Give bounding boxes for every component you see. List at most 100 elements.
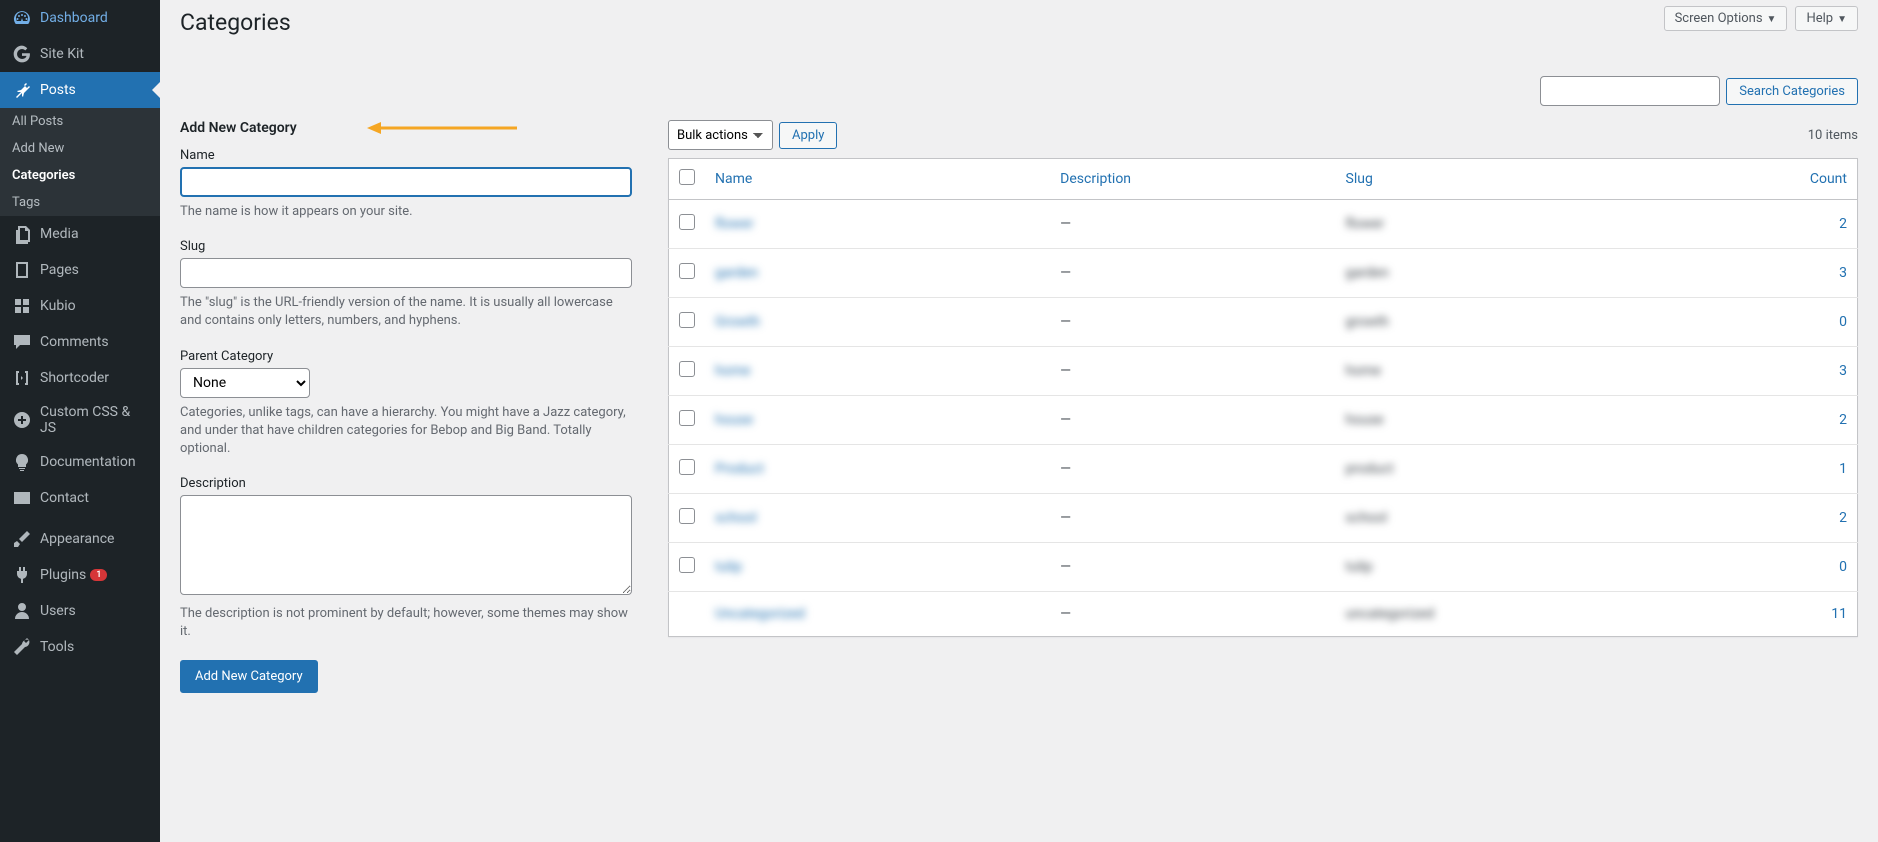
category-name-link[interactable]: garden — [715, 265, 758, 281]
category-count-link[interactable]: 11 — [1831, 606, 1847, 622]
category-name-link[interactable]: tulip — [715, 559, 742, 575]
category-name-link[interactable]: house — [715, 412, 753, 428]
sidebar-item-tools[interactable]: Tools — [0, 629, 160, 665]
category-count-link[interactable]: 0 — [1839, 559, 1847, 575]
category-name-input[interactable] — [180, 167, 632, 197]
category-count-link[interactable]: 3 — [1839, 265, 1847, 281]
pin-icon — [12, 80, 32, 100]
category-slug-input[interactable] — [180, 258, 632, 288]
sidebar-item-label: Dashboard — [40, 10, 108, 26]
sidebar-item-label: Posts — [40, 82, 76, 98]
bulk-actions-select[interactable]: Bulk actions — [668, 120, 773, 150]
apply-bulk-action-button[interactable]: Apply — [779, 122, 837, 149]
column-slug-header[interactable]: Slug — [1346, 171, 1373, 187]
category-count-link[interactable]: 2 — [1839, 216, 1847, 232]
sidebar-item-sitekit[interactable]: Site Kit — [0, 36, 160, 72]
row-checkbox[interactable] — [679, 557, 695, 573]
category-count-link[interactable]: 0 — [1839, 314, 1847, 330]
sidebar-item-label: Custom CSS & JS — [40, 404, 148, 436]
page-title: Categories — [180, 0, 1858, 40]
items-count: 10 items — [1808, 128, 1858, 143]
sidebar-item-label: Pages — [40, 262, 79, 278]
form-heading: Add New Category — [180, 120, 632, 136]
category-name-link[interactable]: Growth — [715, 314, 760, 330]
sidebar-item-dashboard[interactable]: Dashboard — [0, 0, 160, 36]
sidebar-item-posts[interactable]: Posts — [0, 72, 160, 108]
select-all-checkbox[interactable] — [679, 169, 695, 185]
sidebar-item-documentation[interactable]: Documentation — [0, 444, 160, 480]
sidebar-item-label: Media — [40, 226, 79, 242]
table-row: Uncategorized—uncategorized11 — [669, 592, 1858, 637]
sidebar-item-label: Plugins — [40, 567, 86, 583]
search-row: Search Categories — [180, 76, 1858, 106]
sidebar-item-customcssjs[interactable]: Custom CSS & JS — [0, 396, 160, 444]
sidebar-item-comments[interactable]: Comments — [0, 324, 160, 360]
sidebar-item-users[interactable]: Users — [0, 593, 160, 629]
table-row: garden—garden3 — [669, 249, 1858, 298]
slug-help: The "slug" is the URL-friendly version o… — [180, 294, 632, 330]
category-description: — — [1050, 298, 1335, 347]
table-row: home—home3 — [669, 347, 1858, 396]
category-name-link[interactable]: Product — [715, 461, 764, 477]
sidebar-item-label: Site Kit — [40, 46, 84, 62]
sidebar-item-appearance[interactable]: Appearance — [0, 521, 160, 557]
sidebar-submenu-posts: All Posts Add New Categories Tags — [0, 108, 160, 216]
sidebar-item-plugins[interactable]: Plugins 1 — [0, 557, 160, 593]
sidebar-item-label: Appearance — [40, 531, 114, 547]
sidebar-item-pages[interactable]: Pages — [0, 252, 160, 288]
category-slug: tulip — [1336, 543, 1677, 592]
row-checkbox[interactable] — [679, 263, 695, 279]
row-checkbox[interactable] — [679, 508, 695, 524]
column-name-header[interactable]: Name — [715, 171, 752, 187]
category-count-link[interactable]: 1 — [1839, 461, 1847, 477]
search-categories-button[interactable]: Search Categories — [1726, 78, 1858, 105]
sidebar-sub-add-new[interactable]: Add New — [0, 135, 160, 162]
sidebar-item-kubio[interactable]: Kubio — [0, 288, 160, 324]
table-row: Product—product1 — [669, 445, 1858, 494]
table-row: school—school2 — [669, 494, 1858, 543]
wrench-icon — [12, 637, 32, 657]
sidebar-sub-tags[interactable]: Tags — [0, 189, 160, 216]
column-description-header[interactable]: Description — [1060, 171, 1131, 187]
category-description-textarea[interactable] — [180, 495, 632, 595]
category-name-link[interactable]: school — [715, 510, 757, 526]
sidebar-item-label: Kubio — [40, 298, 76, 314]
category-count-link[interactable]: 3 — [1839, 363, 1847, 379]
row-checkbox[interactable] — [679, 459, 695, 475]
sidebar-item-label: Contact — [40, 490, 89, 506]
add-new-category-button[interactable]: Add New Category — [180, 660, 318, 693]
category-slug: product — [1336, 445, 1677, 494]
sidebar-sub-categories[interactable]: Categories — [0, 162, 160, 189]
page-icon — [12, 260, 32, 280]
row-checkbox[interactable] — [679, 214, 695, 230]
sidebar-item-media[interactable]: Media — [0, 216, 160, 252]
main-content: Screen Options▼ Help▼ Categories Search … — [160, 0, 1878, 842]
category-slug: uncategorized — [1336, 592, 1677, 637]
help-button[interactable]: Help▼ — [1795, 6, 1858, 31]
sidebar-sub-all-posts[interactable]: All Posts — [0, 108, 160, 135]
parent-label: Parent Category — [180, 349, 632, 364]
category-slug: home — [1336, 347, 1677, 396]
category-count-link[interactable]: 2 — [1839, 412, 1847, 428]
sidebar-item-label: Users — [40, 603, 76, 619]
parent-category-select[interactable]: None — [180, 368, 310, 398]
row-checkbox[interactable] — [679, 361, 695, 377]
chevron-down-icon: ▼ — [1837, 14, 1847, 25]
comment-icon — [12, 332, 32, 352]
category-count-link[interactable]: 2 — [1839, 510, 1847, 526]
category-description: — — [1050, 347, 1335, 396]
column-count-header[interactable]: Count — [1810, 171, 1847, 187]
sidebar-item-shortcoder[interactable]: Shortcoder — [0, 360, 160, 396]
screen-options-button[interactable]: Screen Options▼ — [1664, 6, 1788, 31]
category-name-link[interactable]: home — [715, 363, 750, 379]
category-slug: flower — [1336, 200, 1677, 249]
table-row: house—house2 — [669, 396, 1858, 445]
category-name-link[interactable]: Uncategorized — [715, 606, 805, 622]
name-label: Name — [180, 148, 632, 163]
sidebar-item-contact[interactable]: Contact — [0, 480, 160, 516]
row-checkbox[interactable] — [679, 312, 695, 328]
add-category-form: Add New Category Name The name is how it… — [180, 120, 632, 693]
search-categories-input[interactable] — [1540, 76, 1720, 106]
row-checkbox[interactable] — [679, 410, 695, 426]
category-name-link[interactable]: flower — [715, 216, 754, 232]
